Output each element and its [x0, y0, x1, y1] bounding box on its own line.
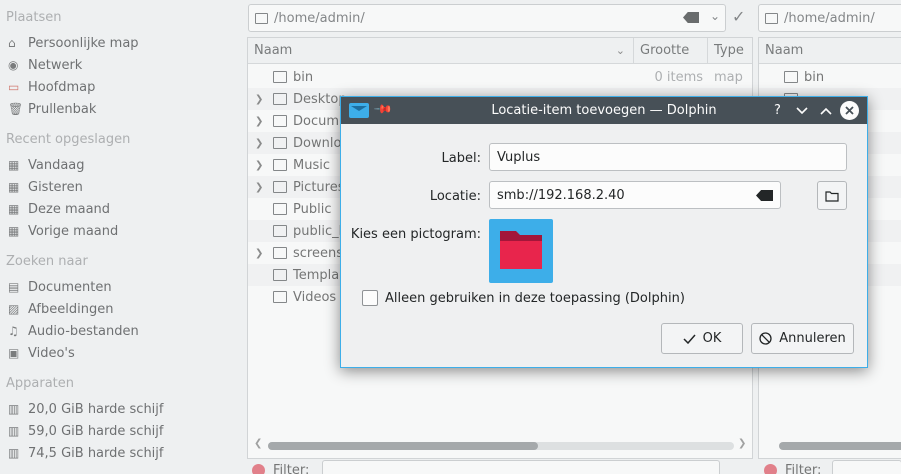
app-only-checkbox[interactable]: [362, 290, 378, 306]
clear-text-icon[interactable]: [756, 190, 773, 201]
maximize-button[interactable]: [816, 101, 835, 120]
choose-icon-button[interactable]: [489, 219, 553, 283]
ok-label: OK: [702, 331, 722, 346]
app-only-checkbox-label[interactable]: Alleen gebruiken in deze toepassing (Dol…: [385, 291, 685, 306]
location-caption: Locatie:: [429, 189, 481, 204]
folder-open-icon: [825, 190, 839, 202]
ok-button[interactable]: OK: [661, 323, 743, 354]
cancel-icon: [759, 332, 772, 345]
red-folder-icon: [500, 231, 542, 269]
dialog-title: Locatie-item toevoegen — Dolphin: [491, 103, 717, 118]
minimize-button[interactable]: [792, 101, 811, 120]
location-input-value: smb://192.168.2.40: [497, 187, 625, 203]
cancel-label: Annuleren: [779, 331, 846, 346]
browse-location-button[interactable]: [817, 181, 847, 210]
chevron-down-icon: [795, 106, 808, 114]
dialog-titlebar[interactable]: 📌 Locatie-item toevoegen — Dolphin ?: [341, 97, 867, 124]
close-icon: [845, 106, 854, 115]
icon-caption: Kies een pictogram:: [350, 227, 481, 242]
label-caption: Label:: [441, 151, 481, 166]
cancel-button[interactable]: Annuleren: [751, 323, 854, 354]
help-button[interactable]: ?: [768, 101, 787, 120]
close-button[interactable]: [840, 101, 859, 120]
chevron-up-icon: [819, 107, 832, 115]
label-input-value: Vuplus: [497, 149, 541, 165]
add-place-dialog: 📌 Locatie-item toevoegen — Dolphin ? Lab…: [340, 96, 868, 368]
location-input[interactable]: smb://192.168.2.40: [489, 181, 781, 209]
check-icon: [683, 334, 696, 344]
label-input[interactable]: Vuplus: [489, 143, 847, 171]
